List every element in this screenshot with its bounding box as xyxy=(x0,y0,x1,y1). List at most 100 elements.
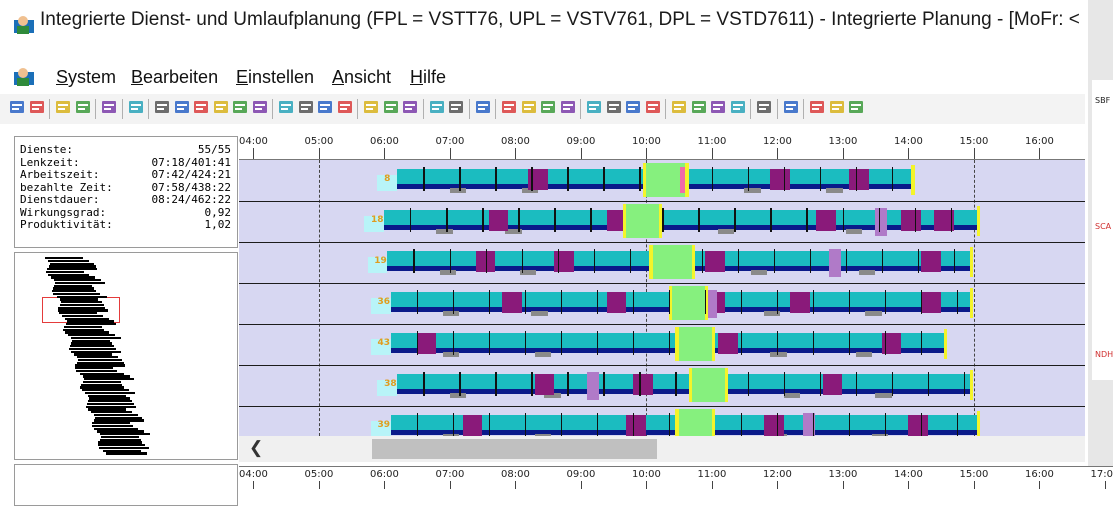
trip-separator[interactable] xyxy=(633,290,634,314)
binoculars2-icon[interactable] xyxy=(828,98,846,118)
service-trip-bar[interactable] xyxy=(725,389,974,394)
undo-icon[interactable] xyxy=(74,98,92,118)
trip-separator[interactable] xyxy=(450,249,451,273)
deadhead-segment[interactable] xyxy=(751,270,767,275)
magnify-minus-icon[interactable] xyxy=(605,98,623,118)
trip-separator[interactable] xyxy=(561,413,562,436)
trip-separator[interactable] xyxy=(777,290,778,314)
trip-separator[interactable] xyxy=(633,413,634,436)
scroll-left-icon[interactable]: ❮ xyxy=(249,438,263,458)
layover-block[interactable] xyxy=(718,333,738,354)
layover-block[interactable] xyxy=(921,251,941,272)
trip-separator[interactable] xyxy=(495,372,496,396)
break-block[interactable] xyxy=(626,204,659,238)
trip-separator[interactable] xyxy=(820,167,821,191)
trip-separator[interactable] xyxy=(954,249,955,273)
fit-icon[interactable] xyxy=(28,98,46,118)
deadhead-segment[interactable] xyxy=(826,188,842,193)
break-block[interactable] xyxy=(692,368,725,402)
drive-segment[interactable] xyxy=(712,415,981,431)
trip-separator[interactable] xyxy=(486,249,487,273)
duty-end-marker[interactable] xyxy=(977,206,980,236)
layover-block[interactable] xyxy=(823,374,843,395)
menu-einstellen[interactable]: Einstellen xyxy=(236,67,314,88)
trip-separator[interactable] xyxy=(531,372,532,396)
trip-separator[interactable] xyxy=(423,372,424,396)
swap-icon[interactable] xyxy=(539,98,557,118)
overview-minimap[interactable] xyxy=(14,252,238,460)
deadhead-segment[interactable] xyxy=(450,393,466,398)
trip-separator[interactable] xyxy=(669,331,670,355)
trip-separator[interactable] xyxy=(885,290,886,314)
trip-separator[interactable] xyxy=(453,331,454,355)
record-icon[interactable] xyxy=(153,98,171,118)
trip-separator[interactable] xyxy=(518,208,519,232)
drive-segment[interactable] xyxy=(387,251,652,267)
trip-separator[interactable] xyxy=(741,331,742,355)
open-icon[interactable] xyxy=(8,98,26,118)
trip-separator[interactable] xyxy=(712,167,713,191)
trip-separator[interactable] xyxy=(964,372,965,396)
trip-separator[interactable] xyxy=(849,413,850,436)
trip-separator[interactable] xyxy=(522,249,523,273)
trip-separator[interactable] xyxy=(698,208,699,232)
filter-icon[interactable] xyxy=(474,98,492,118)
duty-down-icon[interactable] xyxy=(212,98,230,118)
line-icon[interactable] xyxy=(362,98,380,118)
trip-separator[interactable] xyxy=(813,331,814,355)
layover-block[interactable] xyxy=(816,210,836,231)
layover-block[interactable] xyxy=(705,251,725,272)
trip-separator[interactable] xyxy=(489,413,490,436)
deadhead-segment[interactable] xyxy=(440,270,456,275)
drive-segment[interactable] xyxy=(725,374,974,390)
trip-separator[interactable] xyxy=(597,331,598,355)
trip-separator[interactable] xyxy=(525,331,526,355)
trip-separator[interactable] xyxy=(417,331,418,355)
chess-icon[interactable] xyxy=(847,98,865,118)
trip-separator[interactable] xyxy=(597,290,598,314)
binoculars-icon[interactable] xyxy=(336,98,354,118)
duty-end-marker[interactable] xyxy=(970,370,973,400)
duty-end-marker[interactable] xyxy=(911,165,914,195)
trip-separator[interactable] xyxy=(531,167,532,191)
trip-separator[interactable] xyxy=(951,208,952,232)
trip-separator[interactable] xyxy=(459,167,460,191)
duty-boundary[interactable] xyxy=(712,409,715,436)
trip-separator[interactable] xyxy=(843,208,844,232)
trip-separator[interactable] xyxy=(489,290,490,314)
trip-separator[interactable] xyxy=(495,167,496,191)
layover-block[interactable] xyxy=(901,210,921,231)
duty-lane[interactable]: 36 xyxy=(239,286,1085,320)
trip-separator[interactable] xyxy=(702,249,703,273)
trip-separator[interactable] xyxy=(777,331,778,355)
duty-boundary[interactable] xyxy=(689,368,692,402)
trip-separator[interactable] xyxy=(410,208,411,232)
duty-end-marker[interactable] xyxy=(970,288,973,318)
gear-icon[interactable] xyxy=(520,98,538,118)
trip-separator[interactable] xyxy=(734,208,735,232)
deadhead-segment[interactable] xyxy=(856,352,872,357)
trip-separator[interactable] xyxy=(669,413,670,436)
trip-separator[interactable] xyxy=(459,372,460,396)
trip-separator[interactable] xyxy=(594,249,595,273)
trip-separator[interactable] xyxy=(554,208,555,232)
search-icon[interactable] xyxy=(277,98,295,118)
trip-separator[interactable] xyxy=(525,290,526,314)
drive-segment[interactable] xyxy=(391,292,673,308)
break-block[interactable] xyxy=(679,409,712,436)
trip-separator[interactable] xyxy=(561,331,562,355)
duty-lane[interactable]: 18 xyxy=(239,204,1085,238)
trip-separator[interactable] xyxy=(423,167,424,191)
menu-ansicht[interactable]: Ansicht xyxy=(332,67,391,88)
trip-separator[interactable] xyxy=(567,372,568,396)
trip-separator[interactable] xyxy=(597,413,598,436)
trip-separator[interactable] xyxy=(856,372,857,396)
layover-block[interactable] xyxy=(849,169,869,190)
check-icon[interactable] xyxy=(670,98,688,118)
duty-gantt-area[interactable]: 8181936433839 xyxy=(239,160,1085,436)
trip-separator[interactable] xyxy=(662,208,663,232)
reset-icon[interactable] xyxy=(690,98,708,118)
trip-separator[interactable] xyxy=(738,249,739,273)
trip-separator[interactable] xyxy=(892,167,893,191)
deadhead-segment[interactable] xyxy=(443,352,459,357)
